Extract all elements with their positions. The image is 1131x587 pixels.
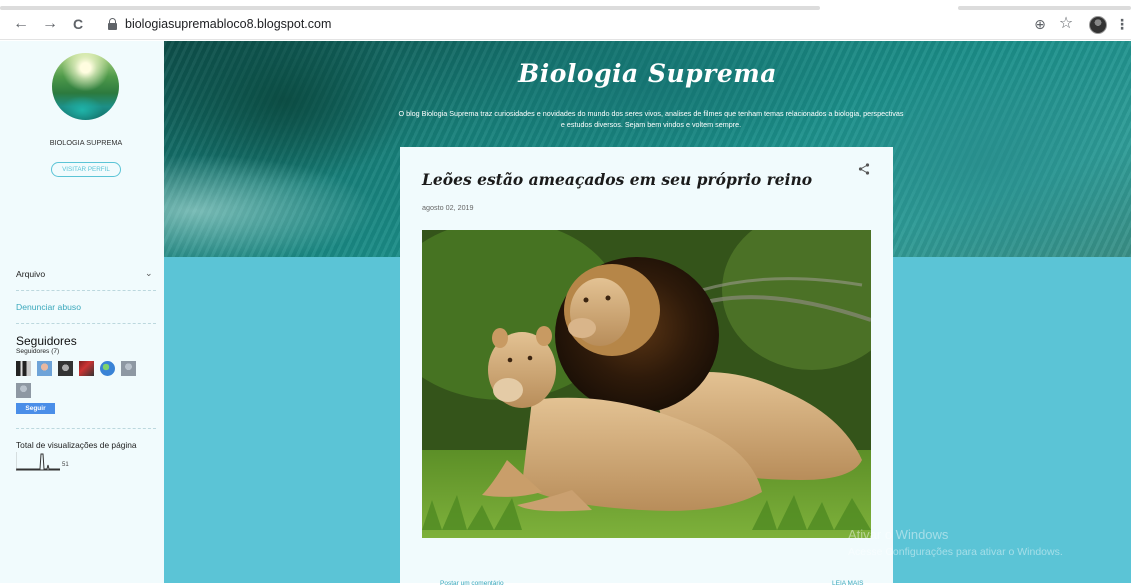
pageviews-count: 51: [62, 462, 69, 468]
windows-activation-watermark-detail: Acesse Configurações para ativar o Windo…: [848, 546, 1063, 558]
windows-activation-watermark: Ativar o Windows: [848, 527, 949, 542]
archive-label[interactable]: Arquivo: [16, 269, 45, 279]
tab-strip-right: [958, 6, 1131, 10]
pageviews-title: Total de visualizações de página: [16, 440, 137, 450]
comment-link[interactable]: Postar um comentário: [440, 580, 504, 587]
followers-count: Seguidores (7): [16, 348, 60, 355]
divider: [16, 323, 156, 324]
post-date: agosto 02, 2019: [422, 203, 474, 212]
follower-avatar[interactable]: [37, 361, 52, 376]
pageviews-sparkline: [16, 452, 60, 471]
url-text[interactable]: biologiasupremabloco8.blogspot.com: [125, 17, 331, 31]
post-card: Leões estão ameaçados em seu próprio rei…: [400, 147, 893, 587]
page: Biologia Suprema O blog Biologia Suprema…: [0, 41, 1131, 587]
lock-icon: [108, 18, 117, 30]
chevron-down-icon[interactable]: ⌄: [145, 268, 153, 279]
share-icon[interactable]: [858, 163, 870, 175]
visit-profile-button[interactable]: VISITAR PERFIL: [51, 162, 121, 177]
star-icon[interactable]: ☆: [1057, 15, 1075, 33]
follower-avatar[interactable]: [79, 361, 94, 376]
follower-avatar[interactable]: [16, 361, 31, 376]
profile-avatar-icon[interactable]: [1089, 16, 1107, 34]
reload-icon[interactable]: C: [69, 15, 87, 33]
forward-icon[interactable]: →: [41, 15, 59, 33]
back-icon[interactable]: ←: [12, 15, 30, 33]
divider: [16, 290, 156, 291]
divider: [16, 428, 156, 429]
tab-strip: [0, 6, 820, 10]
browser-toolbar: ← → C biologiasupremabloco8.blogspot.com…: [0, 0, 1131, 40]
follower-avatar[interactable]: [121, 361, 136, 376]
profile-name: BIOLOGIA SUPREMA: [49, 138, 123, 147]
lions-illustration: [422, 230, 871, 538]
report-abuse-link[interactable]: Denunciar abuso: [16, 302, 81, 312]
follow-button[interactable]: Seguir: [16, 403, 55, 414]
post-image-lions[interactable]: [422, 230, 871, 538]
read-more-link[interactable]: LEIA MAIS: [832, 580, 863, 587]
sidebar: BIOLOGIA SUPREMA VISITAR PERFIL Arquivo …: [0, 41, 164, 583]
followers-title: Seguidores: [16, 334, 77, 348]
menu-icon[interactable]: ⋮: [1113, 15, 1131, 33]
follower-avatar[interactable]: [16, 383, 31, 398]
zoom-icon[interactable]: ⊕: [1031, 15, 1049, 33]
blog-title[interactable]: Biologia Suprema: [164, 59, 1131, 88]
address-bar[interactable]: biologiasupremabloco8.blogspot.com: [100, 14, 1000, 36]
profile-avatar[interactable]: [52, 53, 119, 120]
follower-avatar[interactable]: [58, 361, 73, 376]
follower-avatar[interactable]: [100, 361, 115, 376]
blog-description: O blog Biologia Suprema traz curiosidade…: [398, 109, 904, 129]
post-title[interactable]: Leões estão ameaçados em seu próprio rei…: [422, 170, 812, 189]
